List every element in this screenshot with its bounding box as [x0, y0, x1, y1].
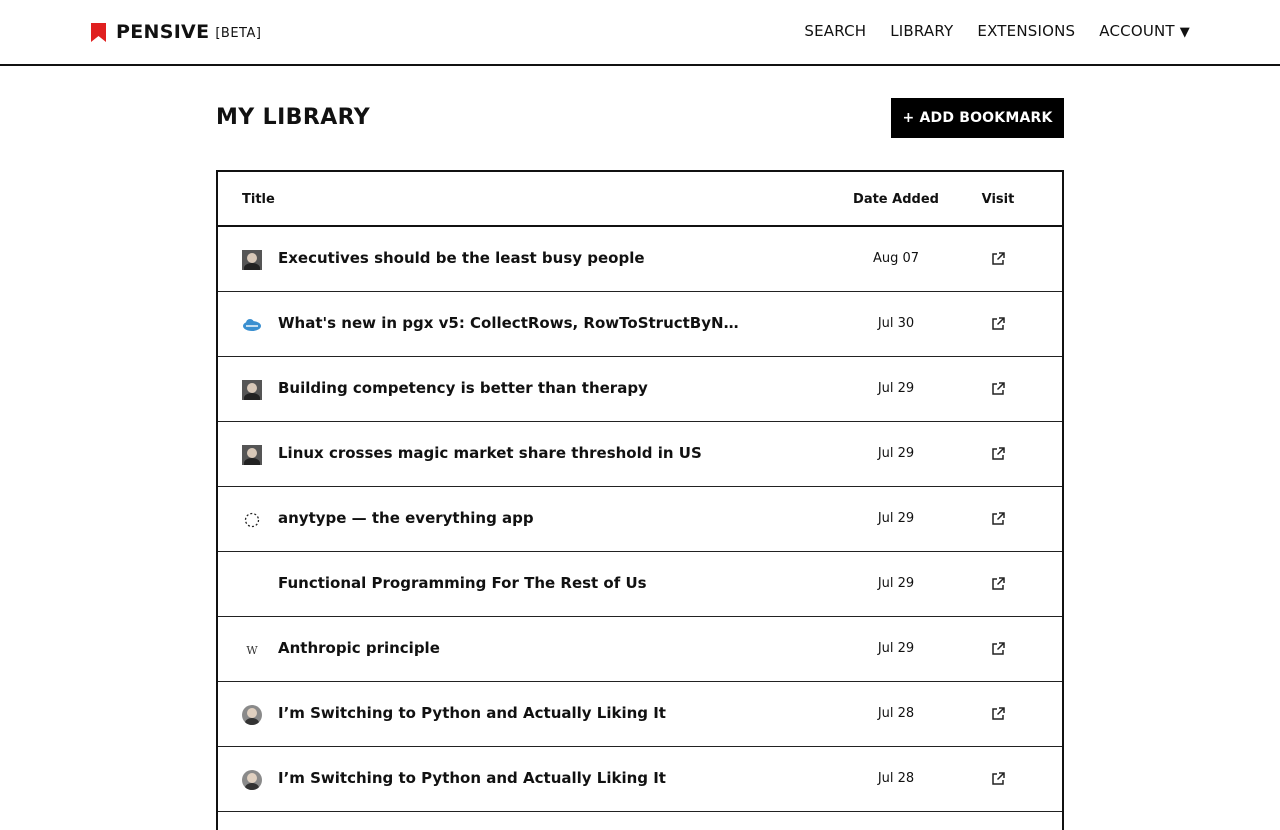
top-header: PENSIVE [BETA] SEARCH LIBRARY EXTENSIONS… [0, 0, 1280, 66]
page-title: MY LIBRARY [216, 105, 371, 130]
external-link-icon[interactable] [990, 316, 1006, 332]
nav-account[interactable]: ACCOUNT ▼ [1099, 22, 1190, 40]
external-link-icon[interactable] [990, 641, 1006, 657]
photo-icon [242, 445, 262, 465]
date-added: Jul 29 [877, 641, 915, 656]
bookmark-title[interactable]: Anthropic principle [278, 639, 440, 657]
bookmark-title[interactable]: Executives should be the least busy peop… [278, 249, 645, 267]
nav-library[interactable]: LIBRARY [890, 22, 953, 40]
table-row: I’m Switching to Python and Actually Lik… [218, 682, 1062, 747]
table-header: Title Date Added Visit [218, 172, 1062, 227]
date-added: Jul 30 [877, 316, 915, 331]
table-row: What's new in pgx v5: CollectRows, RowTo… [218, 292, 1062, 357]
cloud-icon [242, 315, 262, 335]
brand-logo[interactable]: PENSIVE [BETA] [90, 20, 261, 44]
add-bookmark-button[interactable]: + ADD BOOKMARK [891, 98, 1064, 138]
date-added: Jul 28 [877, 706, 915, 721]
external-link-icon[interactable] [990, 381, 1006, 397]
nav-extensions[interactable]: EXTENSIONS [977, 22, 1075, 40]
external-link-icon[interactable] [990, 511, 1006, 527]
bookmark-title[interactable]: Linux crosses magic market share thresho… [278, 444, 702, 462]
photo-icon [242, 380, 262, 400]
date-added: Jul 29 [877, 511, 915, 526]
column-header-visit: Visit [981, 192, 1015, 207]
bookmark-title[interactable]: anytype — the everything app [278, 509, 534, 527]
nav-account-label: ACCOUNT [1099, 22, 1175, 40]
bookmark-title[interactable]: What's new in pgx v5: CollectRows, RowTo… [278, 314, 748, 332]
table-row: W Anthropic principle Jul 29 [218, 617, 1062, 682]
avatar-icon [242, 770, 262, 790]
external-link-icon[interactable] [990, 576, 1006, 592]
external-link-icon[interactable] [990, 446, 1006, 462]
brand-name: PENSIVE [116, 21, 210, 43]
external-link-icon[interactable] [990, 771, 1006, 787]
table-row: Executives should be the least busy peop… [218, 227, 1062, 292]
dotted-circle-icon [242, 510, 262, 530]
column-header-title: Title [242, 192, 275, 207]
main-nav: SEARCH LIBRARY EXTENSIONS ACCOUNT ▼ [780, 22, 1190, 40]
photo-icon [242, 250, 262, 270]
date-added: Jul 29 [877, 446, 915, 461]
avatar-icon [242, 705, 262, 725]
bookmark-title[interactable]: I’m Switching to Python and Actually Lik… [278, 769, 666, 787]
date-added: Jul 29 [877, 381, 915, 396]
beta-tag: [BETA] [215, 26, 262, 41]
external-link-icon[interactable] [990, 706, 1006, 722]
bookmark-title[interactable]: Functional Programming For The Rest of U… [278, 574, 647, 592]
column-header-date: Date Added [853, 192, 939, 207]
bookmarks-table: Title Date Added Visit Executives should… [216, 170, 1064, 830]
bookmark-icon [91, 22, 106, 42]
bookmark-title[interactable]: I’m Switching to Python and Actually Lik… [278, 704, 666, 722]
table-row: I’m Switching to Python and Actually Lik… [218, 747, 1062, 812]
table-row: anytype — the everything app Jul 29 [218, 487, 1062, 552]
bookmark-title[interactable]: Building competency is better than thera… [278, 379, 648, 397]
table-row: Building competency is better than thera… [218, 357, 1062, 422]
caret-down-icon: ▼ [1179, 25, 1190, 40]
wikipedia-icon: W [246, 643, 258, 657]
date-added: Jul 28 [877, 771, 915, 786]
nav-search[interactable]: SEARCH [804, 22, 866, 40]
date-added: Jul 29 [877, 576, 915, 591]
external-link-icon[interactable] [990, 251, 1006, 267]
date-added: Aug 07 [872, 251, 920, 266]
table-row: Linux crosses magic market share thresho… [218, 422, 1062, 487]
table-row: Functional Programming For The Rest of U… [218, 552, 1062, 617]
